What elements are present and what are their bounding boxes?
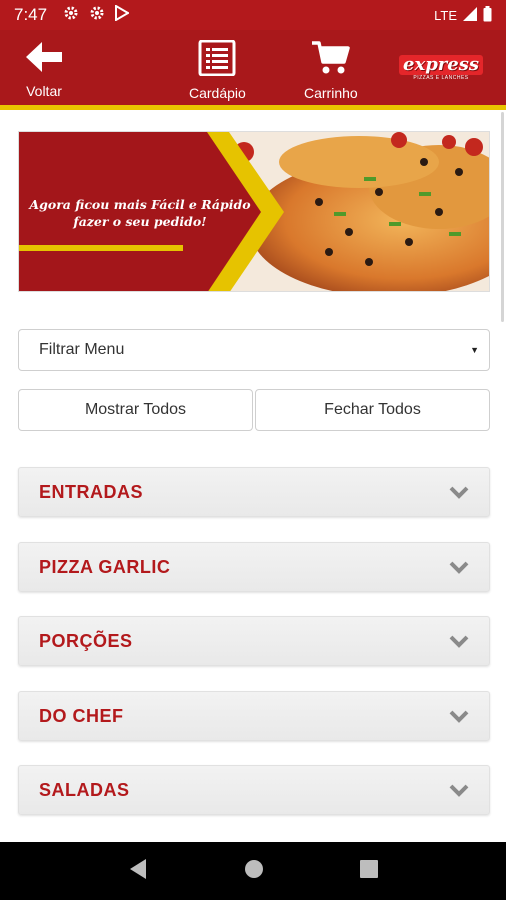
category-item[interactable]: PORÇÕES [18, 616, 490, 666]
network-label: LTE [434, 7, 457, 23]
signal-icon [463, 6, 477, 24]
category-title: PORÇÕES [39, 630, 133, 651]
back-label: Voltar [26, 83, 62, 99]
promo-banner: Agora ficou mais Fácil e Rápido fazer o … [18, 131, 490, 292]
nav-recents-icon[interactable] [360, 859, 378, 883]
banner-line-2: fazer o seu pedido! [73, 214, 207, 229]
brand-word: express [399, 55, 483, 75]
system-nav-bar [0, 842, 506, 900]
brand-subtitle: PIZZAS E LANCHES [413, 75, 469, 81]
banner-headline: Agora ficou mais Fácil e Rápido fazer o … [25, 196, 255, 230]
battery-icon [483, 5, 492, 25]
filter-menu-select[interactable]: Filtrar Menu ▼ [18, 329, 490, 371]
category-title: ENTRADAS [39, 481, 144, 502]
category-item[interactable]: ENTRADAS [18, 467, 490, 517]
category-title: PIZZA GARLIC [39, 556, 171, 577]
back-button[interactable]: Voltar [24, 40, 64, 99]
close-all-button[interactable]: Fechar Todos [255, 389, 490, 431]
status-bar: 7:47 LTE [0, 0, 506, 30]
category-title: DO CHEF [39, 705, 124, 726]
app-header: Voltar Cardápio Carrinho express PIZZAS … [0, 30, 506, 110]
arrow-left-icon [24, 40, 64, 77]
scrollbar[interactable] [501, 112, 504, 322]
category-title: SALADAS [39, 779, 130, 800]
chevron-down-icon [449, 710, 469, 723]
filter-select-value: Filtrar Menu [39, 341, 125, 358]
play-store-icon [115, 3, 131, 26]
chevron-down-icon [449, 635, 469, 648]
nav-home-icon[interactable] [244, 859, 264, 884]
show-all-button[interactable]: Mostrar Todos [18, 389, 253, 431]
settings-icon [63, 5, 79, 26]
menu-list-icon [198, 39, 236, 79]
dropdown-caret-icon: ▼ [470, 345, 479, 355]
settings-icon-2 [89, 5, 105, 26]
nav-back-icon[interactable] [128, 858, 148, 885]
menu-button[interactable]: Cardápio [189, 39, 246, 101]
cart-icon [311, 40, 351, 79]
menu-label: Cardápio [189, 85, 246, 101]
banner-line-1: Agora ficou mais Fácil e Rápido [29, 197, 251, 212]
category-item[interactable]: SALADAS [18, 765, 490, 815]
chevron-down-icon [449, 784, 469, 797]
category-item[interactable]: PIZZA GARLIC [18, 542, 490, 592]
chevron-down-icon [449, 561, 469, 574]
cart-label: Carrinho [304, 85, 358, 101]
status-time: 7:47 [14, 5, 48, 24]
cart-button[interactable]: Carrinho [304, 40, 358, 101]
brand-logo: express PIZZAS E LANCHES [399, 55, 483, 83]
header-accent-line [0, 105, 506, 110]
chevron-down-icon [449, 486, 469, 499]
category-item[interactable]: DO CHEF [18, 691, 490, 741]
